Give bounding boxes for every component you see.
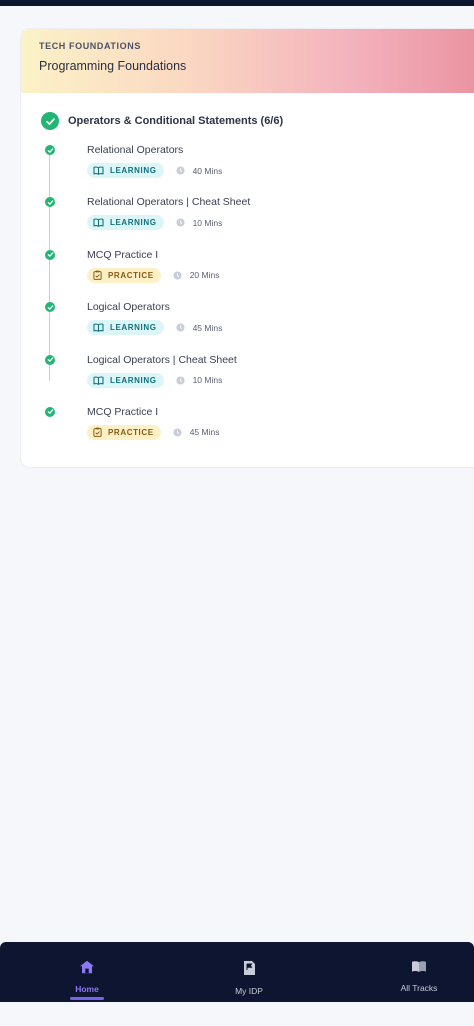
lesson-type-badge: LEARNING — [87, 372, 164, 388]
clock-icon — [176, 166, 185, 175]
lesson-duration: 45 Mins — [173, 427, 220, 438]
document-icon — [243, 960, 256, 981]
system-gesture-area — [0, 1002, 474, 1026]
nav-home-label: Home — [75, 984, 99, 994]
lesson-type-label: LEARNING — [110, 375, 157, 385]
lesson-duration-text: 10 Mins — [192, 375, 223, 386]
course-body: Operators & Conditional Statements (6/6)… — [21, 93, 474, 459]
lesson-type-label: PRACTICE — [108, 427, 154, 437]
lesson-duration: 10 Mins — [176, 375, 223, 386]
lesson-item[interactable]: MCQ Practice I PRACTICE 20 Mins — [41, 248, 474, 302]
lesson-meta: LEARNING 10 Mins — [87, 372, 223, 388]
clock-icon — [176, 376, 185, 385]
lesson-complete-check-icon — [45, 197, 55, 208]
nav-active-indicator — [70, 997, 104, 1000]
lesson-item[interactable]: Relational Operators LEARNING 40 Mins — [41, 144, 474, 197]
lesson-duration: 10 Mins — [176, 217, 223, 228]
nav-all-tracks-label: All Tracks — [400, 983, 438, 993]
nav-all-tracks[interactable]: All Tracks — [379, 960, 459, 993]
lesson-title: Relational Operators — [87, 144, 184, 156]
lesson-title: Logical Operators — [87, 301, 170, 314]
lesson-item[interactable]: Logical Operators | Cheat Sheet LEARNING… — [41, 353, 474, 407]
lesson-type-badge: PRACTICE — [87, 424, 161, 440]
course-header: TECH FOUNDATIONS Programming Foundations — [21, 29, 474, 93]
lesson-meta: LEARNING 45 Mins — [87, 320, 223, 336]
book-icon — [93, 376, 104, 385]
nav-home[interactable]: Home — [47, 960, 127, 994]
lesson-type-badge: LEARNING — [87, 215, 164, 231]
lesson-complete-check-icon — [45, 145, 55, 155]
clock-icon — [173, 271, 182, 280]
lesson-type-badge: PRACTICE — [87, 267, 161, 283]
lesson-duration: 45 Mins — [176, 322, 223, 333]
lesson-duration: 40 Mins — [176, 165, 223, 176]
bottom-navigation: Home My IDP All Tracks — [0, 942, 474, 1002]
clipboard-icon — [93, 427, 102, 438]
home-icon — [79, 960, 95, 979]
lesson-title: Logical Operators | Cheat Sheet — [87, 353, 237, 366]
lesson-meta: LEARNING 10 Mins — [87, 215, 223, 231]
lesson-complete-check-icon — [45, 249, 55, 260]
lesson-duration-text: 45 Mins — [189, 427, 220, 438]
lesson-complete-check-icon — [45, 354, 55, 365]
lesson-duration-text: 20 Mins — [189, 270, 220, 281]
clipboard-icon — [93, 270, 102, 281]
lesson-title: MCQ Practice I — [87, 405, 159, 418]
lesson-complete-check-icon — [45, 406, 55, 417]
lesson-meta: LEARNING 40 Mins — [87, 163, 222, 178]
nav-my-idp-label: My IDP — [235, 986, 263, 996]
lesson-meta: PRACTICE 45 Mins — [87, 424, 220, 440]
course-card: TECH FOUNDATIONS Programming Foundations… — [20, 28, 474, 468]
lesson-duration: 20 Mins — [173, 270, 220, 281]
section-complete-check-icon — [41, 112, 59, 130]
track-eyebrow: TECH FOUNDATIONS — [39, 41, 141, 51]
lesson-duration-text: 10 Mins — [192, 217, 223, 228]
lesson-complete-check-icon — [45, 302, 55, 313]
nav-my-idp[interactable]: My IDP — [209, 960, 289, 996]
clock-icon — [176, 323, 185, 332]
lesson-item[interactable]: Logical Operators LEARNING 45 Mins — [41, 301, 474, 354]
lesson-title: Relational Operators | Cheat Sheet — [87, 196, 251, 209]
lesson-list: Relational Operators LEARNING 40 Mins Re… — [41, 144, 474, 459]
section-title: Operators & Conditional Statements (6/6) — [68, 115, 284, 127]
book-icon — [93, 323, 104, 332]
lesson-duration-text: 40 Mins — [192, 165, 223, 176]
lesson-type-label: LEARNING — [110, 218, 157, 228]
lesson-type-label: LEARNING — [110, 166, 157, 175]
clock-icon — [173, 428, 182, 437]
book-icon — [93, 218, 104, 228]
book-icon — [93, 166, 104, 175]
lesson-type-label: PRACTICE — [108, 270, 154, 280]
lesson-meta: PRACTICE 20 Mins — [87, 267, 220, 283]
lesson-title: MCQ Practice I — [87, 248, 159, 261]
lesson-type-label: LEARNING — [110, 323, 157, 333]
lesson-item[interactable]: Relational Operators | Cheat Sheet LEARN… — [41, 196, 474, 249]
course-title: Programming Foundations — [39, 59, 187, 73]
lesson-duration-text: 45 Mins — [192, 322, 223, 333]
top-status-bar — [0, 0, 474, 6]
lesson-type-badge: LEARNING — [87, 320, 164, 336]
lesson-type-badge: LEARNING — [87, 163, 164, 178]
section-header[interactable]: Operators & Conditional Statements (6/6) — [41, 109, 474, 133]
open-book-icon — [411, 960, 427, 978]
clock-icon — [176, 218, 185, 227]
lesson-item[interactable]: MCQ Practice I PRACTICE 45 Mins — [41, 405, 474, 459]
